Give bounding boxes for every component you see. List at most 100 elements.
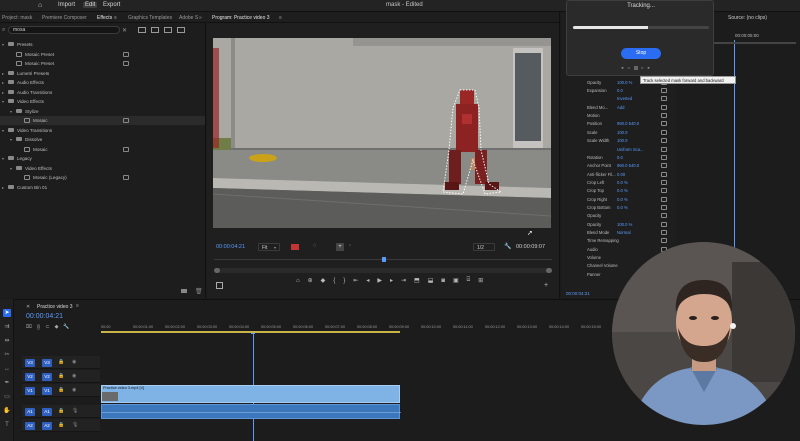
program-zoom-bar[interactable]: [214, 268, 552, 273]
zoom-handle-right[interactable]: [546, 268, 552, 273]
effects-tree-item[interactable]: ▾ Dissolve: [0, 135, 205, 144]
marker-icon[interactable]: ◆: [321, 277, 326, 284]
pen-tool-icon[interactable]: ✒: [3, 379, 11, 387]
rectangle-tool-icon[interactable]: ▭: [3, 393, 11, 401]
keyframe-toggle-icon[interactable]: [661, 113, 667, 119]
effects-tree-item[interactable]: Mosaic Preset: [0, 50, 205, 59]
effects-search-input[interactable]: mosa: [8, 26, 120, 34]
settings-extra-icon[interactable]: ◦: [349, 243, 351, 249]
track-target-label[interactable]: V1: [42, 387, 52, 395]
menu-icon[interactable]: ≡: [114, 15, 117, 21]
selection-tool-icon[interactable]: ➤: [3, 309, 11, 317]
keyframe-toggle-icon[interactable]: [661, 188, 667, 194]
keyframe-toggle-icon[interactable]: [661, 196, 667, 202]
32bit-icon[interactable]: [164, 27, 172, 33]
chevron-right-icon[interactable]: ▸: [2, 90, 4, 95]
zoom-handle-left[interactable]: [214, 268, 220, 273]
settings-icon[interactable]: [216, 282, 223, 289]
effect-control-row[interactable]: Opacity: [561, 212, 676, 220]
mask-display-icon[interactable]: ◌: [313, 243, 317, 249]
wrench-icon[interactable]: 🔧: [504, 243, 511, 250]
effect-control-value[interactable]: 960.0 540.0: [617, 163, 639, 168]
keyframe-toggle-icon[interactable]: [661, 163, 667, 169]
tab-effects[interactable]: Effects: [97, 15, 112, 21]
sequence-tab[interactable]: Practice video 3: [37, 304, 73, 310]
lock-icon[interactable]: 🔒: [58, 373, 64, 379]
effect-control-row[interactable]: Expansion 0.0: [561, 87, 676, 95]
linked-icon[interactable]: ⊂: [45, 324, 49, 330]
effect-control-row[interactable]: Motion: [561, 112, 676, 120]
multicam-icon[interactable]: ▣: [453, 277, 459, 284]
tab-project[interactable]: Project: mask: [2, 15, 32, 21]
ripple-edit-tool-icon[interactable]: ⇹: [3, 337, 11, 345]
timeline-timecode[interactable]: 00:00:04:21: [26, 313, 63, 320]
track-header[interactable]: V1 V1 🔒 ◉: [22, 384, 100, 397]
camera-icon[interactable]: ◙: [441, 278, 445, 284]
tab-premiere-composer[interactable]: Premiere Composer: [42, 15, 87, 21]
keyframe-toggle-icon[interactable]: [661, 230, 667, 235]
menu-edit[interactable]: Edit: [83, 2, 98, 8]
effect-control-value[interactable]: Uniform Sca...: [617, 147, 644, 152]
nest-icon[interactable]: ⌧: [26, 324, 32, 330]
track-header[interactable]: A1 A1 🔒 🎙: [22, 405, 100, 418]
add-icon[interactable]: +: [336, 243, 344, 251]
effect-control-value[interactable]: 0.0: [617, 88, 623, 93]
effect-control-value[interactable]: Add: [617, 105, 624, 110]
effect-control-row[interactable]: Blend Mo... Add: [561, 104, 676, 112]
razor-tool-icon[interactable]: ✂: [3, 351, 11, 359]
sequence-menu-icon[interactable]: ≡: [76, 303, 79, 309]
program-menu-icon[interactable]: ≡: [279, 15, 282, 21]
lock-icon[interactable]: 🔒: [58, 408, 64, 414]
type-tool-icon[interactable]: T: [3, 421, 11, 429]
chevron-right-icon[interactable]: ▸: [2, 71, 4, 76]
chevron-down-icon[interactable]: ▾: [10, 137, 12, 142]
video-clip[interactable]: [101, 385, 400, 403]
effect-control-row[interactable]: Scale 100.0: [561, 129, 676, 137]
delete-icon[interactable]: 🗑: [195, 288, 203, 295]
program-scrubber[interactable]: [214, 257, 552, 263]
chevron-right-icon[interactable]: ▸: [2, 80, 4, 85]
new-folder-icon[interactable]: [181, 289, 187, 293]
effect-control-row[interactable]: Crop Right 0.0 %: [561, 196, 676, 204]
effects-tree-item[interactable]: ▸ Audio Effects: [0, 78, 205, 87]
keyframe-toggle-icon[interactable]: [661, 88, 667, 94]
eye-icon[interactable]: ◉: [72, 387, 76, 393]
effects-tree-item[interactable]: ▾ Presets: [0, 40, 205, 49]
add-marker-icon[interactable]: ◆: [55, 324, 59, 330]
keyframe-toggle-icon[interactable]: [661, 138, 667, 144]
keyframe-toggle-icon[interactable]: [661, 238, 667, 244]
fit-dropdown[interactable]: Fit ▾: [258, 243, 280, 251]
keyframe-toggle-icon[interactable]: [661, 204, 667, 210]
clear-search-icon[interactable]: ✕: [122, 27, 127, 34]
track-header[interactable]: V3 V3 🔒 ◉: [22, 356, 100, 369]
effect-control-value[interactable]: 0.0 %: [617, 180, 628, 185]
mic-icon[interactable]: 🎙: [72, 422, 78, 428]
work-area-bar[interactable]: [101, 331, 400, 333]
effect-control-row[interactable]: Time Remapping: [561, 237, 676, 245]
track-source-label[interactable]: V1: [25, 387, 35, 395]
track-forward-icon[interactable]: ▸: [648, 65, 650, 71]
track-header[interactable]: A2 A2 🔒 🎙: [22, 419, 100, 432]
chevron-down-icon[interactable]: ▾: [2, 99, 4, 104]
accelerated-icon[interactable]: [151, 27, 159, 33]
menu-import[interactable]: Import: [58, 2, 75, 8]
lift-icon[interactable]: ⬒: [414, 277, 420, 284]
effect-control-value[interactable]: 0.0: [617, 155, 623, 160]
effects-tree-item[interactable]: ▸ Audio Transitions: [0, 88, 205, 97]
chevron-down-icon[interactable]: ▾: [2, 156, 4, 161]
out-bracket-icon[interactable]: }: [343, 278, 345, 284]
keyframe-toggle-icon[interactable]: [661, 146, 667, 152]
chevron-down-icon[interactable]: ▾: [2, 42, 4, 47]
snap-icon[interactable]: ∩: [36, 324, 41, 330]
effect-control-row[interactable]: Anchor Point 960.0 540.0: [561, 162, 676, 170]
track-back-icon[interactable]: ◂: [621, 65, 623, 71]
effect-control-value[interactable]: 100.0: [617, 130, 627, 135]
eye-icon[interactable]: ◉: [72, 373, 76, 379]
chevron-right-icon[interactable]: ▸: [2, 185, 4, 190]
effects-tree-item[interactable]: ▸ Custom Bin 01: [0, 183, 205, 192]
effect-control-row[interactable]: Crop Left 0.0 %: [561, 179, 676, 187]
chevron-down-icon[interactable]: ▾: [10, 109, 12, 114]
keyframe-toggle-icon[interactable]: [661, 213, 667, 219]
track-source-label[interactable]: V2: [25, 373, 35, 381]
tab-adobe-stock[interactable]: Adobe S: [179, 15, 198, 21]
